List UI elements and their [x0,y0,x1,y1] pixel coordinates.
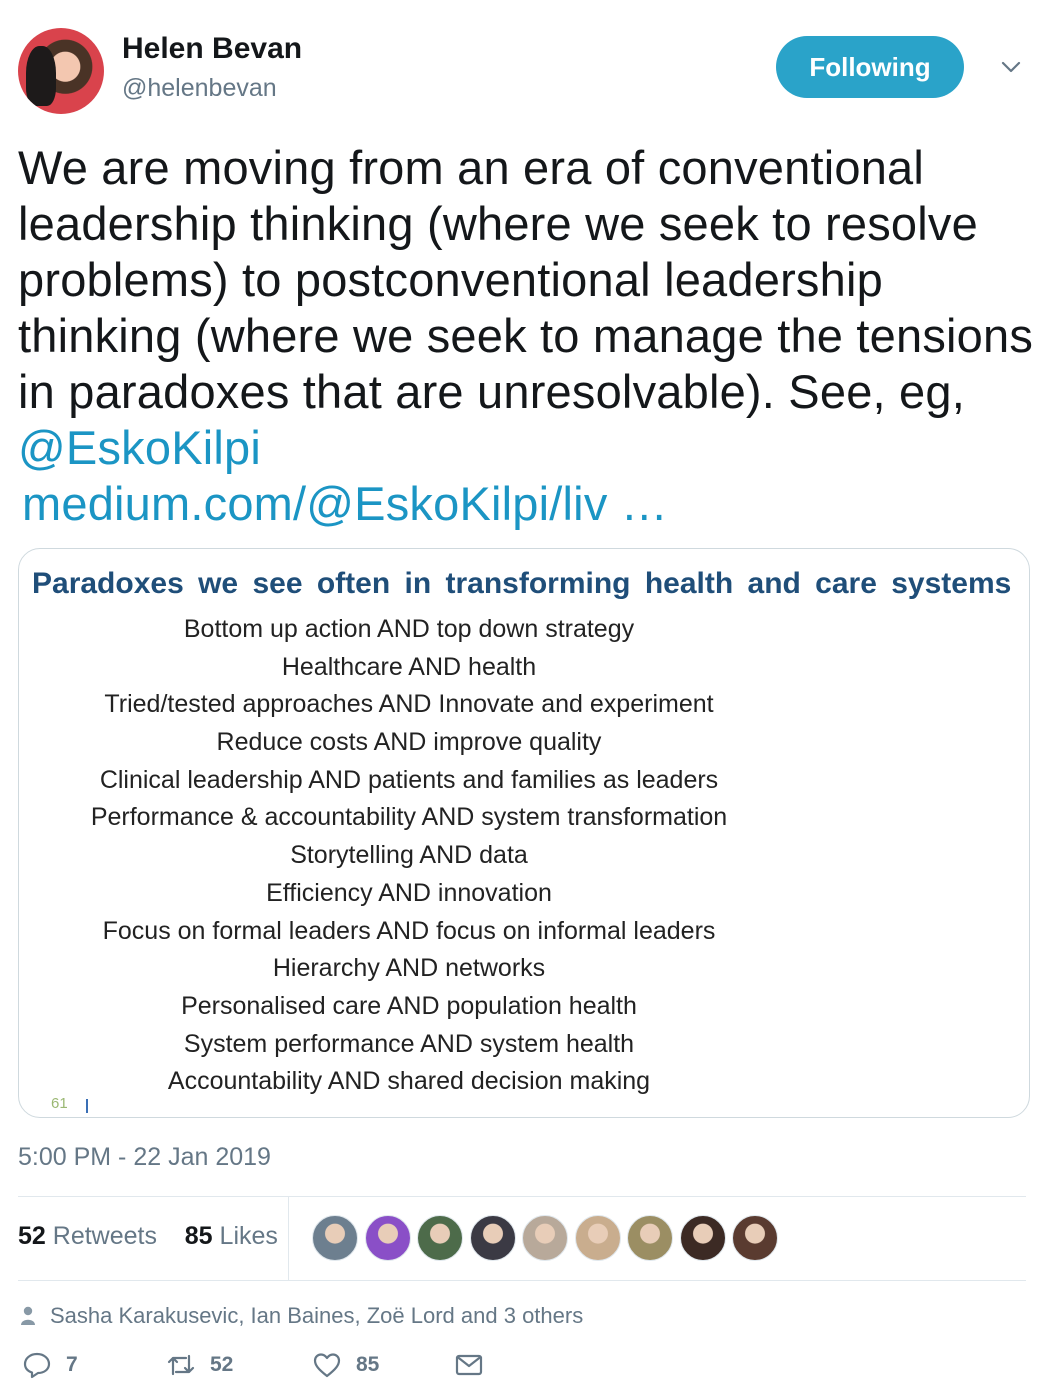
author-avatar[interactable] [18,28,104,114]
slide-list: Bottom up action AND top down strategy H… [19,611,799,1101]
retweets-stat[interactable]: 52 Retweets [18,1222,157,1250]
retweet-button[interactable]: 52 [166,1350,233,1380]
likes-stat[interactable]: 85 Likes [185,1222,278,1250]
divider-top [18,1196,1026,1197]
retweet-count: 52 [210,1353,234,1376]
attached-image-card[interactable]: Paradoxes we see often in transforming h… [18,548,1030,1118]
slide-line: Personalised care AND population health [181,991,637,1020]
liker-avatar[interactable] [679,1215,726,1261]
slide-line: System performance AND system health [183,1029,635,1058]
person-icon [21,1306,35,1325]
liker-avatar[interactable] [732,1215,778,1261]
liker-avatar[interactable] [574,1215,621,1261]
liker-avatar[interactable] [417,1215,463,1261]
external-link[interactable]: medium.com/@EskoKilpi/liv … [18,476,1048,532]
envelope-icon [455,1354,483,1376]
slide-page-number: 61 [51,1095,68,1112]
stats-divider [288,1196,289,1280]
slide-line: Performance & accountability AND system … [90,803,728,832]
cat-figure [26,46,56,106]
reply-count: 7 [66,1353,78,1376]
engagement-stats: 52 Retweets 85 Likes [18,1222,278,1251]
divider-bottom [18,1280,1026,1281]
chevron-down-icon[interactable] [1000,56,1022,78]
reply-icon [23,1352,51,1379]
replying-to-names[interactable]: Sasha Karakusevic, Ian Baines, Zoë Lord … [50,1303,583,1329]
slide-title: Paradoxes we see often in transforming h… [32,567,1012,600]
tweet-body: We are moving from an era of conventiona… [18,141,1034,418]
slide-line: Bottom up action AND top down strategy [183,615,635,643]
slide-line: Reduce costs AND improve quality [216,728,602,757]
slide-line: Focus on formal leaders AND focus on inf… [102,916,716,945]
reply-button[interactable]: 7 [22,1350,78,1380]
heart-icon [313,1353,341,1378]
direct-message-button[interactable] [454,1350,498,1380]
replying-to[interactable]: Sasha Karakusevic, Ian Baines, Zoë Lord … [20,1303,583,1329]
liker-avatar[interactable] [364,1215,411,1261]
tweet-timestamp[interactable]: 5:00 PM - 22 Jan 2019 [18,1143,271,1172]
slide-line: Hierarchy AND networks [272,954,546,983]
retweet-icon [167,1354,195,1376]
slide-line: Clinical leadership AND patients and fam… [99,765,719,794]
tweet-actions: 7 52 85 [22,1350,1022,1386]
following-button[interactable]: Following [776,36,964,98]
like-count: 85 [356,1353,380,1376]
slide-line: Healthcare AND health [281,652,537,681]
slide-line: Storytelling AND data [290,841,528,870]
tweet-text: We are moving from an era of conventiona… [18,140,1048,532]
slide-marker [86,1099,88,1113]
mention-link[interactable]: @EskoKilpi [18,421,261,474]
liker-avatar[interactable] [522,1215,568,1261]
author-name[interactable]: Helen Bevan [122,32,302,66]
like-button[interactable]: 85 [312,1350,379,1380]
author-handle[interactable]: @helenbevan [122,74,277,103]
slide-line: Tried/tested approaches AND Innovate and… [104,690,714,719]
slide-line: Accountability AND shared decision makin… [167,1067,651,1096]
slide-line: Efficiency AND innovation [266,878,552,907]
liker-avatar[interactable] [469,1215,516,1261]
liker-avatar[interactable] [312,1215,358,1261]
liker-avatar[interactable] [627,1215,673,1261]
